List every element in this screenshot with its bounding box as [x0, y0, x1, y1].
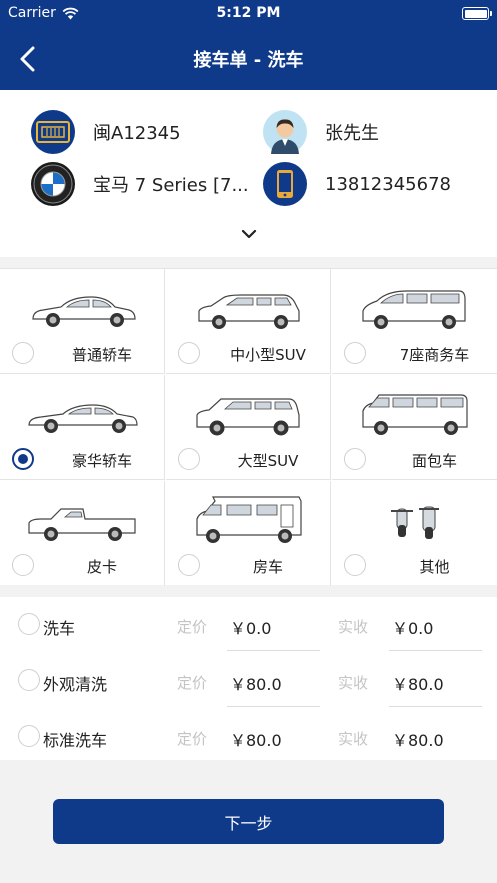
car-model: 宝马 7 Series [7... — [93, 175, 249, 196]
battery-icon — [462, 7, 492, 20]
service-list: 洗车 定价 ￥0.0 实收 ￥0.0 外观清洗 定价 ￥80.0 实收 ￥80.… — [0, 597, 497, 760]
actual-price-input[interactable]: ￥80.0 — [389, 727, 482, 763]
next-step-button[interactable]: 下一步 — [53, 799, 444, 844]
list-price-label: 定价 — [177, 730, 208, 748]
service-name: 标准洗车 — [43, 731, 108, 750]
actual-price-label: 实收 — [338, 618, 369, 636]
luxury-sedan-icon — [28, 404, 138, 433]
service-name: 洗车 — [43, 619, 76, 638]
owner-name: 张先生 — [325, 123, 379, 144]
license-plate-icon — [31, 110, 75, 154]
car-type-radio[interactable] — [12, 554, 34, 576]
owner-row: 张先生 — [263, 110, 379, 154]
suv-icon — [198, 294, 300, 329]
car-type-label: 普通轿车 — [71, 346, 132, 364]
plate-row: 闽A12345 — [31, 110, 181, 154]
service-row: 洗车 定价 ￥0.0 实收 ￥0.0 — [0, 597, 497, 653]
list-price-value: ￥80.0 — [230, 731, 282, 750]
car-type-van[interactable]: 面包车 — [332, 375, 497, 480]
actual-price-label: 实收 — [338, 674, 369, 692]
car-type-label: 面包车 — [411, 452, 457, 470]
car-type-radio[interactable] — [178, 342, 200, 364]
car-type-radio[interactable] — [344, 554, 366, 576]
list-price-value: ￥80.0 — [227, 671, 320, 707]
motorhome-icon — [196, 496, 302, 543]
actual-price-input[interactable]: ￥80.0 — [389, 671, 482, 707]
car-type-small-suv[interactable]: 中小型SUV — [166, 269, 331, 374]
car-type-sedan[interactable]: 普通轿车 — [0, 269, 165, 374]
car-type-label: 其他 — [419, 558, 450, 576]
service-radio[interactable] — [18, 669, 40, 691]
status-time: 5:12 PM — [216, 5, 281, 21]
car-type-label: 中小型SUV — [230, 346, 306, 364]
person-avatar-icon — [263, 110, 307, 154]
car-type-label: 房车 — [252, 558, 283, 576]
status-bar: Carrier 5:12 PM — [0, 0, 497, 28]
car-type-grid: 普通轿车 中小型SUV 7座商务车 豪华轿车 大型SUV 面包车 皮卡 房车 其… — [0, 268, 497, 586]
car-type-motorhome[interactable]: 房车 — [166, 481, 331, 586]
sedan-icon — [32, 296, 136, 327]
page-title: 接车单 - 洗车 — [193, 50, 304, 71]
phone-number: 13812345678 — [325, 173, 451, 195]
car-type-label: 豪华轿车 — [71, 452, 132, 470]
car-type-luxury-sedan[interactable]: 豪华轿车 — [0, 375, 165, 480]
car-type-mpv[interactable]: 7座商务车 — [332, 269, 497, 374]
van-icon — [362, 394, 468, 435]
pickup-truck-icon — [28, 508, 136, 541]
car-type-other[interactable]: 其他 — [332, 481, 497, 586]
phone-icon — [263, 162, 307, 206]
chevron-down-icon[interactable] — [238, 226, 260, 242]
car-type-label: 大型SUV — [237, 452, 299, 470]
service-name: 外观清洗 — [43, 675, 108, 694]
plate-number: 闽A12345 — [93, 123, 181, 144]
vehicle-info-panel: 闽A12345 张先生 宝马 7 Series [7... 1381234567… — [0, 90, 497, 257]
car-type-radio[interactable] — [344, 448, 366, 470]
list-price-value: ￥0.0 — [227, 615, 320, 651]
actual-price-label: 实收 — [338, 730, 369, 748]
nav-bar: 接车单 - 洗车 — [0, 28, 497, 90]
car-type-radio[interactable] — [12, 342, 34, 364]
car-type-label: 皮卡 — [86, 558, 117, 576]
car-type-pickup[interactable]: 皮卡 — [0, 481, 165, 586]
motorcycle-icon — [391, 506, 439, 539]
car-type-radio[interactable] — [12, 448, 34, 470]
car-type-label: 7座商务车 — [399, 346, 470, 364]
car-type-radio[interactable] — [344, 342, 366, 364]
car-type-radio[interactable] — [178, 448, 200, 470]
service-row: 外观清洗 定价 ￥80.0 实收 ￥80.0 — [0, 653, 497, 709]
actual-price-input[interactable]: ￥0.0 — [389, 615, 482, 651]
model-row: 宝马 7 Series [7... — [31, 162, 249, 206]
service-radio[interactable] — [18, 613, 40, 635]
bmw-logo-icon — [31, 162, 75, 206]
service-radio[interactable] — [18, 725, 40, 747]
phone-row: 13812345678 — [263, 162, 451, 206]
mpv-icon — [362, 290, 466, 329]
car-type-radio[interactable] — [178, 554, 200, 576]
list-price-label: 定价 — [177, 618, 208, 636]
service-row: 标准洗车 定价 ￥80.0 实收 ￥80.0 — [0, 709, 497, 765]
list-price-label: 定价 — [177, 674, 208, 692]
car-type-large-suv[interactable]: 大型SUV — [166, 375, 331, 480]
large-suv-icon — [196, 398, 300, 436]
